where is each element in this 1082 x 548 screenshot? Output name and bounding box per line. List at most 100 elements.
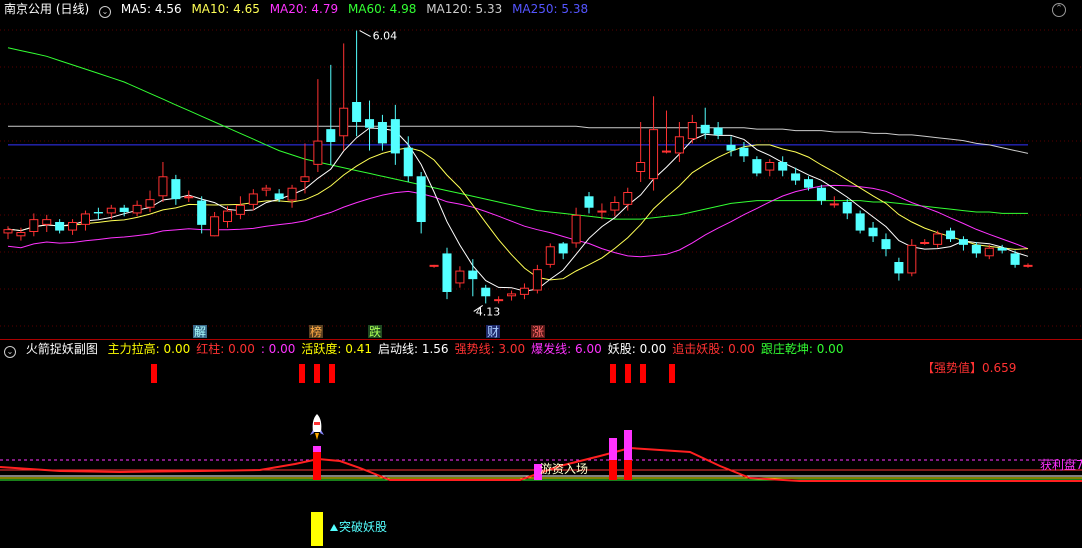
candle-body [313, 140, 323, 165]
candle-body [855, 213, 865, 231]
candle-body [339, 107, 349, 137]
candle-body [765, 162, 775, 171]
candle-body [365, 119, 375, 128]
candle-body [68, 222, 78, 231]
candle-body [29, 219, 39, 232]
candle-body [210, 216, 220, 237]
candle-body [791, 173, 801, 181]
candle-body [184, 196, 194, 199]
high-pointer [359, 30, 371, 38]
candle-body [171, 179, 181, 200]
event-badge-label: 跌 [369, 324, 381, 339]
signal-marker [610, 364, 616, 383]
candle-body [248, 193, 258, 205]
candle-body [455, 270, 465, 284]
candle-body [623, 192, 633, 205]
breakout-arrow-icon [330, 524, 338, 531]
candle-body [726, 144, 736, 151]
candle-body [700, 124, 710, 134]
candle-body [868, 227, 878, 237]
ma5-line [7, 127, 1029, 292]
candle-body [997, 247, 1007, 251]
candle-body [494, 299, 504, 302]
stock-chart-window: 南京公用 (日线) ⌄ MA5: 4.56 MA10: 4.65 MA20: 4… [0, 0, 1082, 548]
profit-label: 获利盘7 [1040, 457, 1082, 472]
candle-body [403, 147, 413, 177]
candle-body [55, 222, 65, 231]
candle-body [636, 162, 646, 172]
main-candlestick-chart[interactable]: 6.04 4.13 解 榜 跌 财 涨 [0, 0, 1082, 340]
candle-body [300, 176, 310, 183]
histogram-bar [624, 460, 632, 480]
rocket-icon [310, 414, 324, 440]
candle-body [145, 199, 155, 208]
candle-body [442, 253, 452, 292]
candle-body [390, 119, 400, 154]
signal-marker [625, 364, 631, 383]
candle-body [545, 246, 555, 265]
candle-body [687, 122, 697, 140]
candle-body [222, 210, 233, 222]
event-badge-label: 榜 [310, 324, 322, 339]
signal-marker [329, 364, 335, 383]
candle-body [920, 242, 930, 244]
candle-body [274, 193, 284, 200]
candle-body [881, 239, 891, 250]
high-price-label: 6.04 [373, 30, 398, 43]
candle-body [42, 219, 52, 225]
candle-body [235, 204, 245, 215]
candle-body [597, 210, 607, 213]
strength-value-label: 【强势值】0.659 [922, 360, 1016, 375]
rocket-flame [315, 433, 319, 440]
breakout-bar [311, 512, 323, 546]
candle-body [946, 230, 956, 240]
signal-marker [314, 364, 320, 383]
candle-body [119, 207, 129, 212]
candle-body [894, 262, 904, 274]
signal-marker [151, 364, 157, 383]
candle-body [829, 203, 839, 206]
breakout-label: 突破妖股 [339, 519, 387, 534]
event-badge-label: 涨 [532, 324, 544, 339]
candle-body [661, 150, 672, 153]
candle-body [1010, 253, 1020, 265]
candle-body [842, 202, 852, 214]
low-price-label: 4.13 [476, 305, 501, 318]
candle-body [532, 269, 542, 291]
candle-body [713, 127, 723, 135]
candle-body [468, 270, 478, 280]
candle-body [416, 176, 426, 222]
candle-body [752, 159, 762, 174]
candle-body [326, 129, 336, 142]
candle-body [958, 239, 968, 245]
candle-body [584, 196, 594, 208]
histogram-bar [313, 452, 321, 480]
candle-body [571, 214, 581, 244]
candle-body [649, 129, 659, 180]
candle-body [80, 213, 90, 225]
candle-body [778, 162, 788, 171]
candle-body [907, 244, 917, 274]
candle-body [93, 212, 103, 214]
candle-body [16, 232, 26, 237]
event-badge-label: 解 [194, 325, 206, 339]
candle-body [610, 202, 620, 211]
histogram-bar [609, 438, 617, 460]
histogram-bar [313, 446, 321, 452]
candle-body [481, 287, 491, 297]
candle-body [507, 293, 517, 297]
candle-body [816, 187, 826, 201]
candle-body [352, 102, 362, 122]
histogram-bar [624, 430, 632, 460]
signal-marker [640, 364, 646, 383]
rocket-indicator-chart[interactable]: 【强势值】0.659 游资入场 获利盘7 突破妖股 [0, 340, 1082, 548]
candle-body [106, 207, 116, 214]
candle-body [377, 122, 387, 144]
candle-body [261, 187, 271, 191]
candle-body [1023, 264, 1033, 267]
candle-body [984, 247, 994, 257]
histogram-bar [609, 460, 617, 480]
candle-body [3, 229, 13, 234]
candle-body [132, 204, 142, 214]
candle-body [158, 176, 168, 197]
